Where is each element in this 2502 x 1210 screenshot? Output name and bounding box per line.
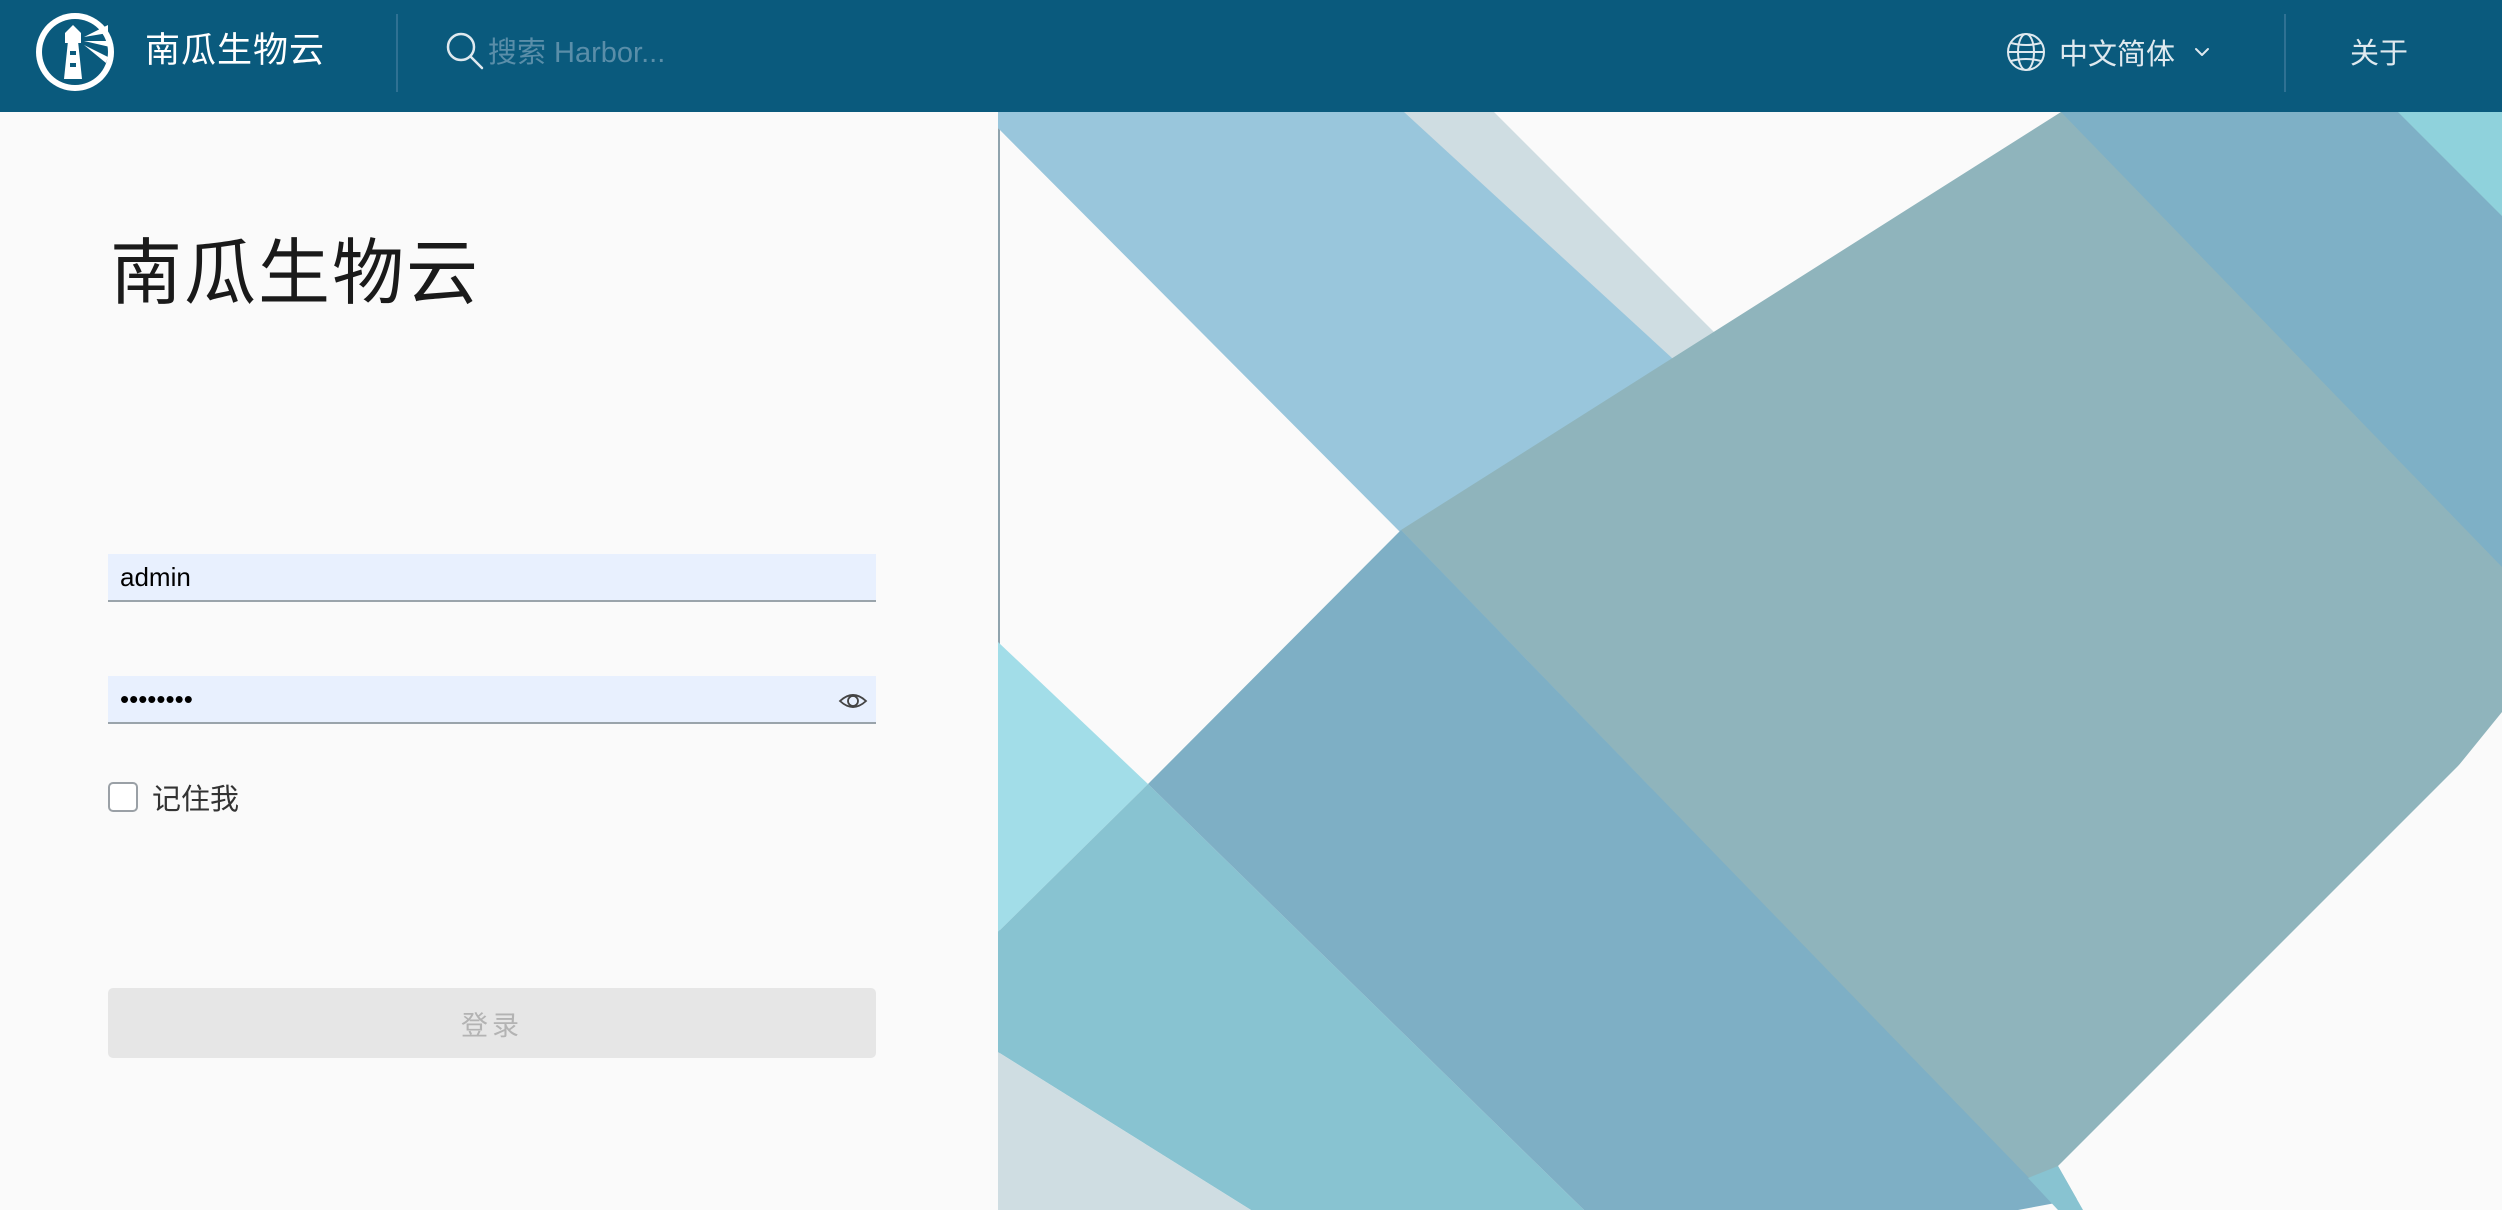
about-link[interactable]: 关于 xyxy=(2350,30,2408,72)
header-divider xyxy=(2284,14,2286,92)
language-selector[interactable]: 中文简体 xyxy=(2005,27,2213,77)
chevron-down-icon xyxy=(2195,48,2210,56)
harbor-logo-icon[interactable] xyxy=(34,11,116,93)
remember-me-label: 记住我 xyxy=(152,782,240,816)
top-nav-bar: 南瓜生物云 中文简体 关于 xyxy=(0,0,2502,112)
username-field[interactable] xyxy=(108,554,876,602)
search-input[interactable] xyxy=(488,26,1008,80)
remember-me-checkbox[interactable] xyxy=(108,782,138,812)
geometric-pattern xyxy=(998,112,2502,1210)
header-divider xyxy=(396,14,398,92)
language-label: 中文简体 xyxy=(2059,37,2176,71)
password-field[interactable] xyxy=(108,676,876,724)
password-input[interactable] xyxy=(120,676,840,722)
remember-me[interactable]: 记住我 xyxy=(108,776,239,818)
eye-icon[interactable] xyxy=(838,686,868,716)
username-input[interactable] xyxy=(120,554,840,600)
brand-name[interactable]: 南瓜生物云 xyxy=(145,28,325,74)
login-title: 南瓜生物云 xyxy=(110,231,481,315)
login-button[interactable]: 登录 xyxy=(108,988,876,1058)
search-icon[interactable] xyxy=(444,30,486,72)
globe-icon xyxy=(2007,33,2045,71)
login-background-graphic xyxy=(998,112,2502,1210)
